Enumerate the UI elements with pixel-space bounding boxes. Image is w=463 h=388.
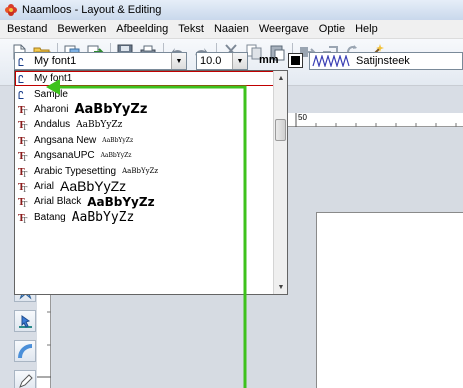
font-option[interactable]: TT Andalus AaBbYyZz — [15, 117, 287, 132]
scrollbar-thumb[interactable] — [275, 119, 286, 141]
svg-text:T: T — [22, 170, 28, 177]
title-bar: Naamloos - Layout & Editing — [0, 0, 463, 20]
ruler-top: 50 — [281, 113, 463, 127]
menu-help[interactable]: Help — [350, 20, 383, 39]
font-option-name: AngsanaUPC — [34, 150, 95, 162]
arc-tool[interactable] — [14, 340, 36, 362]
font-option-name: My font1 — [34, 73, 73, 85]
arc-tool-icon — [17, 343, 32, 358]
font-option-name: Sample — [34, 88, 68, 100]
font-option-preview: AaBbYyZz — [76, 119, 123, 130]
svg-text:T: T — [22, 154, 28, 161]
thread-color-button[interactable] — [288, 53, 303, 68]
ruler-ticks — [295, 113, 457, 127]
font-option-name: Angsana New — [34, 134, 97, 146]
svg-text:T: T — [22, 216, 28, 223]
font-option[interactable]: Ꮭ Sample — [15, 86, 287, 101]
user-font-icon: Ꮭ — [18, 56, 24, 67]
svg-text:T: T — [22, 200, 28, 207]
svg-text:T: T — [22, 108, 28, 115]
select-tool[interactable] — [14, 310, 36, 332]
font-option-name: Aharoni — [34, 103, 69, 115]
font-option[interactable]: TT Arial Black AaBbYyZz — [15, 194, 287, 209]
svg-text:Ꮭ: Ꮭ — [18, 73, 24, 84]
size-select[interactable]: 10.0 ▼ — [196, 52, 248, 70]
svg-text:Ꮭ: Ꮭ — [18, 89, 24, 100]
truetype-icon: TT — [18, 137, 28, 146]
pencil-tool[interactable] — [14, 370, 36, 388]
font-option-name: Arabic Typesetting — [34, 165, 117, 177]
font-option-name: Arial Black — [34, 196, 82, 208]
chevron-down-icon[interactable]: ▼ — [274, 280, 287, 294]
truetype-icon: TT — [18, 152, 28, 161]
font-option[interactable]: TT AngsanaUPC AaBbYyZz — [15, 148, 287, 163]
menu-afbeelding[interactable]: Afbeelding — [111, 20, 173, 39]
color-swatch-fill — [291, 56, 300, 65]
font-option-preview: AaBbYyZz — [74, 101, 148, 117]
window-title: Naamloos - Layout & Editing — [22, 4, 162, 16]
font-select[interactable]: Ꮭ My font1 ▼ — [14, 52, 187, 70]
chevron-down-icon[interactable]: ▼ — [171, 53, 186, 69]
menu-bewerken[interactable]: Bewerken — [52, 20, 111, 39]
font-option-name: Arial — [34, 180, 55, 192]
embroidery-hoop-area[interactable] — [316, 212, 463, 388]
satin-stitch-icon — [312, 55, 350, 67]
ruler-label: 50 — [298, 113, 307, 122]
menu-optie[interactable]: Optie — [314, 20, 350, 39]
stitch-type-label: Satijnsteek — [356, 55, 410, 67]
font-dropdown-list[interactable]: Ꮭ My font1 Ꮭ Sample TT Aharoni AaBbYyZz … — [14, 70, 288, 295]
font-option-preview: AaBbYyZz — [122, 167, 159, 176]
font-option-name: Batang — [34, 211, 66, 223]
font-select-value: My font1 — [34, 55, 77, 67]
size-select-value: 10.0 — [200, 55, 222, 67]
chevron-up-icon[interactable]: ▲ — [274, 71, 287, 85]
font-option-preview: AaBbYyZz — [100, 152, 132, 160]
font-option-name: Andalus — [34, 119, 71, 131]
svg-text:T: T — [22, 123, 28, 130]
app-flower-icon — [5, 4, 17, 16]
font-option[interactable]: Ꮭ My font1 — [15, 71, 287, 87]
font-option[interactable]: TT Arial AaBbYyZz — [15, 178, 287, 195]
font-option-preview: AaBbYyZz — [60, 178, 127, 195]
stitch-type-select[interactable]: Satijnsteek — [309, 52, 463, 70]
chevron-down-icon[interactable]: ▼ — [232, 53, 247, 69]
font-option[interactable]: TT Angsana New AaBbYyZz — [15, 133, 287, 148]
menu-weergave[interactable]: Weergave — [254, 20, 314, 39]
svg-text:Ꮭ: Ꮭ — [18, 56, 24, 67]
svg-text:T: T — [22, 185, 28, 192]
truetype-icon: TT — [18, 168, 28, 177]
truetype-icon: TT — [18, 214, 28, 223]
truetype-icon: TT — [18, 106, 28, 115]
truetype-icon: TT — [18, 198, 28, 207]
user-font-icon: Ꮭ — [18, 73, 24, 84]
truetype-icon: TT — [18, 121, 28, 130]
font-option-preview: AaBbYyZz — [71, 209, 135, 225]
user-font-icon: Ꮭ — [18, 89, 24, 100]
pencil-tool-icon — [18, 373, 33, 388]
font-option[interactable]: TT Aharoni AaBbYyZz — [15, 102, 287, 117]
svg-text:T: T — [22, 139, 28, 146]
menu-bestand[interactable]: Bestand — [2, 20, 52, 39]
truetype-icon: TT — [18, 183, 28, 192]
unit-label: mm — [259, 54, 279, 66]
left-toolbox — [14, 280, 36, 388]
font-option[interactable]: TT Batang AaBbYyZz — [15, 210, 287, 225]
menu-tekst[interactable]: Tekst — [173, 20, 209, 39]
select-tool-icon — [18, 314, 32, 328]
font-list-scrollbar[interactable]: ▲ ▼ — [273, 71, 287, 294]
font-option-preview: AaBbYyZz — [87, 194, 155, 209]
menu-bar: Bestand Bewerken Afbeelding Tekst Naaien… — [0, 20, 463, 39]
font-option[interactable]: TT Arabic Typesetting AaBbYyZz — [15, 163, 287, 178]
menu-naaien[interactable]: Naaien — [209, 20, 254, 39]
font-option-preview: AaBbYyZz — [102, 136, 134, 144]
